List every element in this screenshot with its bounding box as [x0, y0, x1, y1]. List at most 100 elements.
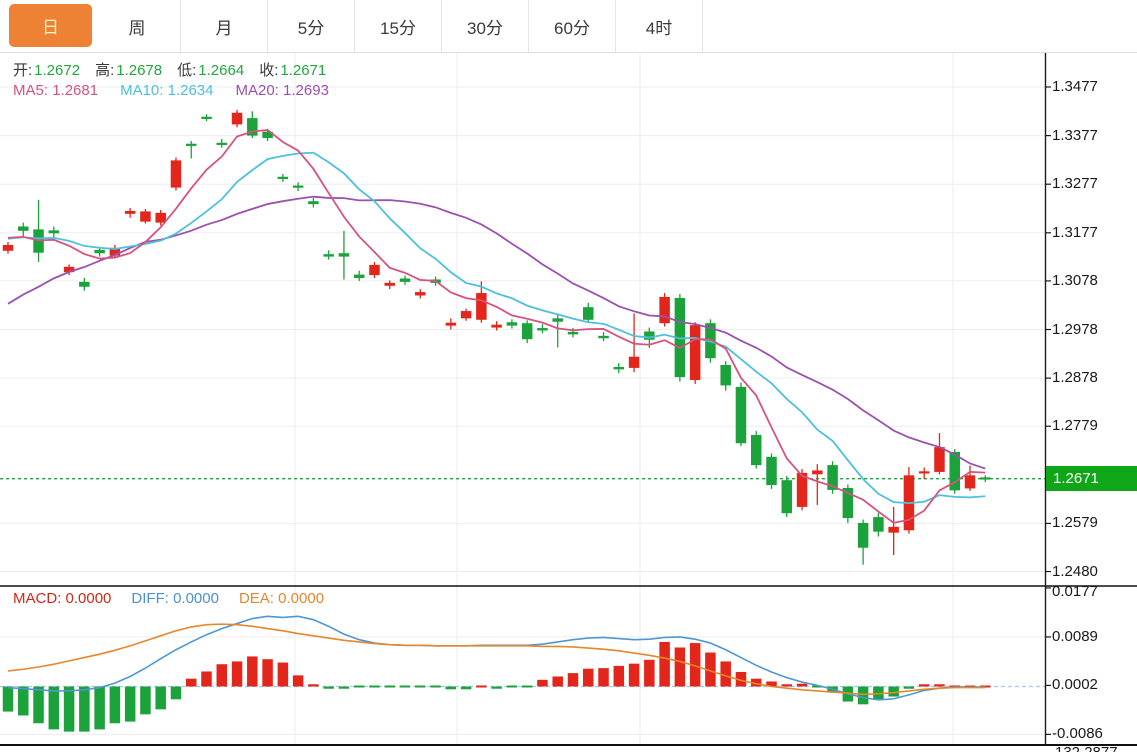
tab-label: 4时: [646, 14, 672, 39]
candle-body: [339, 253, 350, 256]
candles-layer: [3, 110, 991, 565]
macd-bar: [507, 686, 518, 688]
price-axis-tick-label: 1.2779: [1052, 417, 1098, 434]
candle-body: [94, 250, 105, 253]
price-axis-tick-label: 1.3377: [1052, 127, 1098, 144]
ma-legend: MA5: 1.2681 MA10: 1.2634 MA20: 1.2693: [13, 82, 329, 99]
macd-bar: [461, 687, 472, 690]
candle-body: [965, 475, 976, 488]
macd-bar: [293, 675, 304, 686]
macd-bar: [155, 687, 166, 710]
candle-body: [49, 230, 60, 233]
candle-body: [18, 226, 29, 230]
tab-4hour[interactable]: 4时: [616, 0, 703, 52]
tab-label: 周: [129, 14, 146, 39]
price-axis-tick-label: 1.2480: [1052, 563, 1098, 580]
tab-5min[interactable]: 5分: [268, 0, 355, 52]
tab-60min[interactable]: 60分: [529, 0, 616, 52]
candle-body: [980, 477, 991, 479]
macd-bar: [232, 661, 243, 686]
candle-body: [354, 275, 365, 278]
tab-label: 15分: [380, 14, 416, 39]
price-axis-tick-label: 1.2878: [1052, 369, 1098, 386]
macd-bar: [568, 673, 579, 686]
candle-body: [186, 144, 197, 146]
tab-30min[interactable]: 30分: [442, 0, 529, 52]
macd-bar: [79, 687, 90, 732]
macd-bar: [629, 664, 640, 687]
candle-body: [217, 143, 228, 145]
macd-bar: [369, 686, 380, 688]
macd-bar: [49, 687, 60, 730]
price-axis-tick-label: 1.3177: [1052, 224, 1098, 241]
close-value: 收:1.2671: [259, 59, 326, 80]
macd-bar: [858, 687, 869, 705]
macd-bar: [675, 648, 686, 687]
macd-bar: [415, 686, 426, 688]
macd-bar: [797, 684, 808, 687]
price-axis-tick-label: 1.3477: [1052, 78, 1098, 95]
macd-bar: [339, 687, 350, 689]
open-value: 开:1.2672: [13, 59, 80, 80]
macd-bar: [400, 686, 411, 688]
macd-axis-tick-label: 0.0002: [1052, 676, 1098, 693]
candle-body: [720, 365, 731, 385]
macd-bar: [18, 687, 29, 716]
price-axis-tick-label: 1.2978: [1052, 321, 1098, 338]
tabbar-spacer: [703, 0, 1137, 52]
macd-bar: [201, 671, 212, 686]
candle-body: [201, 117, 212, 119]
macd-bar: [262, 659, 273, 686]
tab-week[interactable]: 周: [94, 0, 181, 52]
candle-body: [369, 265, 380, 275]
candle-body: [644, 331, 655, 339]
macd-bar: [323, 687, 334, 689]
macd-bar: [33, 687, 44, 724]
candle-body: [751, 435, 762, 465]
macd-bar: [446, 687, 457, 690]
macd-bar: [385, 686, 396, 688]
tab-15min[interactable]: 15分: [355, 0, 442, 52]
trading-chart-app: 日 周 月 5分 15分 30分 60分 4时 开:1.2672 高:1.267…: [0, 0, 1137, 752]
candle-body: [690, 325, 701, 380]
macd-bar: [125, 687, 136, 722]
ohlc-legend: 开:1.2672 高:1.2678 低:1.2664 收:1.2671: [13, 59, 326, 80]
macd-bar: [354, 686, 365, 688]
high-value: 高:1.2678: [95, 59, 162, 80]
macd-bar: [308, 684, 319, 686]
candle-body: [155, 213, 166, 223]
macd-bar: [3, 687, 14, 712]
macd-bar: [186, 679, 197, 687]
candle-body: [476, 293, 487, 320]
macd-bar: [552, 676, 563, 686]
ma5-value: MA5: 1.2681: [13, 82, 98, 99]
candle-body: [583, 307, 594, 320]
candle-body: [171, 160, 182, 187]
macd-bar: [476, 686, 487, 688]
tab-month[interactable]: 月: [181, 0, 268, 52]
macd-axis-tick-label: 0.0177: [1052, 583, 1098, 600]
candle-body: [323, 254, 334, 256]
candle-body: [736, 387, 747, 443]
macd-bar: [171, 687, 182, 700]
chart-canvas[interactable]: [0, 0, 1137, 752]
price-axis-tick-label: 1.3277: [1052, 175, 1098, 192]
current-price-label: 1.2671: [1046, 466, 1137, 491]
candle-body: [125, 211, 136, 214]
macd-axis-tick-label: 0.0089: [1052, 628, 1098, 645]
candle-body: [598, 336, 609, 338]
candle-body: [766, 457, 777, 485]
gridlines: [0, 52, 1045, 745]
macd-value: MACD: 0.0000: [13, 590, 111, 607]
candle-body: [659, 297, 670, 323]
reference-lines: [0, 479, 1045, 687]
candle-body: [782, 480, 793, 513]
candle-body: [491, 325, 502, 328]
candle-body: [552, 318, 563, 321]
candle-body: [278, 177, 289, 179]
macd-bar: [904, 687, 915, 689]
tab-day[interactable]: 日: [9, 4, 92, 47]
candle-body: [919, 471, 930, 473]
macd-bar: [140, 687, 151, 715]
macd-bar: [537, 680, 548, 687]
